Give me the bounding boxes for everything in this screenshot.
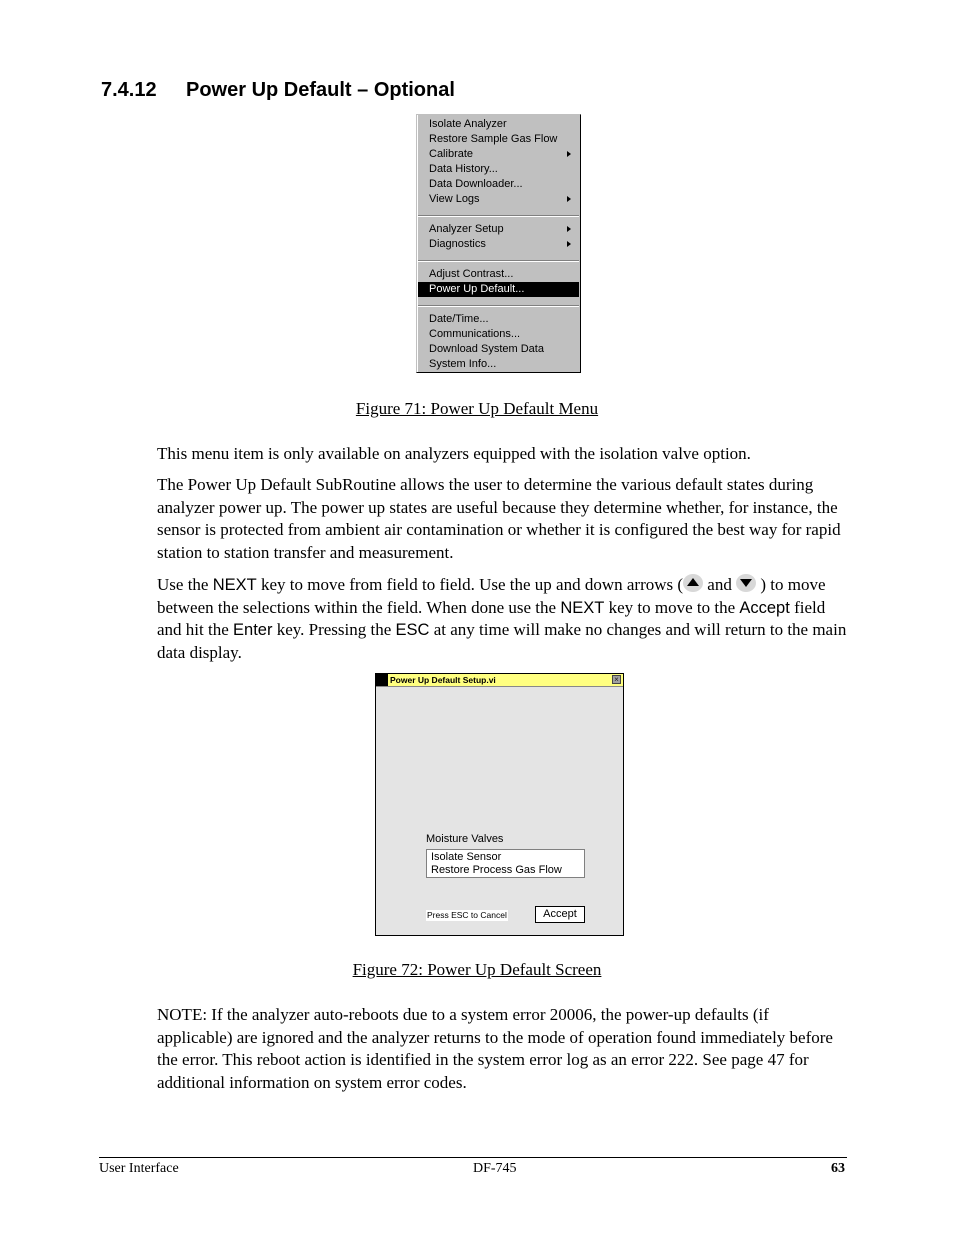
menu-separator <box>418 215 579 217</box>
menu-item-label: Download System Data <box>429 343 544 355</box>
option-restore-process-gas-flow[interactable]: Restore Process Gas Flow <box>431 864 584 877</box>
menu-item-data-history[interactable]: Data History... <box>418 162 579 177</box>
moisture-valves-listbox[interactable]: Isolate Sensor Restore Process Gas Flow <box>426 849 585 878</box>
moisture-valves-label: Moisture Valves <box>426 833 504 845</box>
menu-item-download-system-data[interactable]: Download System Data <box>418 342 579 357</box>
paragraph-instructions: Use the NEXT key to move from field to f… <box>157 574 847 664</box>
menu-item-label: Diagnostics <box>429 238 486 250</box>
key-next: NEXT <box>212 576 257 594</box>
caption-text: Figure 71: Power Up Default Menu <box>355 399 599 418</box>
menu-item-label: Calibrate <box>429 148 474 160</box>
menu-item-calibrate[interactable]: Calibrate <box>418 147 579 162</box>
submenu-arrow-icon <box>567 151 571 157</box>
menu-item-adjust-contrast[interactable]: Adjust Contrast... <box>418 267 579 282</box>
menu-item-communications[interactable]: Communications... <box>418 327 579 342</box>
section-number: 7.4.12 <box>101 79 157 101</box>
menu-item-restore-sample-gas-flow[interactable]: Restore Sample Gas Flow <box>418 132 579 147</box>
option-isolate-sensor[interactable]: Isolate Sensor <box>431 851 584 864</box>
text: and <box>703 575 737 594</box>
submenu-arrow-icon <box>567 196 571 202</box>
caption-text: Figure 72: Power Up Default Screen <box>352 960 602 979</box>
figure-72-caption: Figure 72: Power Up Default Screen <box>0 960 954 980</box>
footer-section: User Interface <box>99 1161 179 1176</box>
up-arrow-icon <box>683 574 704 592</box>
menu-item-label: Adjust Contrast... <box>429 268 514 280</box>
footer-divider <box>99 1157 847 1158</box>
menu-item-label: Analyzer Setup <box>429 223 504 235</box>
menu-separator <box>418 305 579 307</box>
menu-item-label: Power Up Default... <box>429 283 525 295</box>
menu-item-diagnostics[interactable]: Diagnostics <box>418 237 579 252</box>
key-next: NEXT <box>560 598 605 617</box>
submenu-arrow-icon <box>567 226 571 232</box>
menu-item-label: System Info... <box>429 358 497 370</box>
section-title: Power Up Default – Optional <box>186 79 455 101</box>
figure-71-caption: Figure 71: Power Up Default Menu <box>0 399 954 419</box>
menu-item-system-info[interactable]: System Info... <box>418 357 579 372</box>
menu-item-date-time[interactable]: Date/Time... <box>418 312 579 327</box>
paragraph-description: The Power Up Default SubRoutine allows t… <box>157 475 841 562</box>
text: key to move to the <box>604 597 740 617</box>
menu-item-label: Isolate Analyzer <box>429 118 507 130</box>
paragraph-availability: This menu item is only available on anal… <box>157 444 751 463</box>
menu-item-label: View Logs <box>429 193 480 205</box>
footer-doc-id: DF-745 <box>473 1161 517 1176</box>
note-paragraph: NOTE: If the analyzer auto-reboots due t… <box>157 1005 833 1092</box>
page-number: 63 <box>831 1161 845 1176</box>
menu-item-isolate-analyzer[interactable]: Isolate Analyzer <box>418 117 579 132</box>
accept-button[interactable]: Accept <box>535 906 585 923</box>
text: key to move from field to field. Use the… <box>256 575 684 594</box>
menu-item-label: Date/Time... <box>429 313 489 325</box>
text: Use the <box>157 575 213 594</box>
esc-cancel-hint: Press ESC to Cancel <box>426 910 508 921</box>
menu-item-label: Data History... <box>429 163 498 175</box>
key-esc: ESC <box>395 621 430 639</box>
key-enter: Enter <box>233 621 273 639</box>
menu-separator <box>418 260 579 262</box>
menu-item-view-logs[interactable]: View Logs <box>418 192 579 207</box>
menu-item-label: Data Downloader... <box>429 178 523 190</box>
key-accept: Accept <box>739 598 790 617</box>
menu-item-data-downloader[interactable]: Data Downloader... <box>418 177 579 192</box>
close-icon[interactable]: × <box>612 675 621 684</box>
menu-item-power-up-default[interactable]: Power Up Default... <box>418 282 579 297</box>
dialog-titlebar: Power Up Default Setup.vi × <box>376 674 623 687</box>
power-up-default-dialog: Power Up Default Setup.vi × Moisture Val… <box>375 673 624 936</box>
window-icon <box>376 674 388 686</box>
text: key. Pressing the <box>272 620 396 639</box>
down-arrow-icon <box>736 574 757 592</box>
main-menu: Isolate Analyzer Restore Sample Gas Flow… <box>416 114 581 373</box>
submenu-arrow-icon <box>567 241 571 247</box>
menu-item-analyzer-setup[interactable]: Analyzer Setup <box>418 222 579 237</box>
section-heading: 7.4.12 Power Up Default – Optional <box>101 79 455 102</box>
dialog-title: Power Up Default Setup.vi <box>390 675 496 685</box>
menu-item-label: Restore Sample Gas Flow <box>429 133 558 145</box>
menu-item-label: Communications... <box>429 328 521 340</box>
